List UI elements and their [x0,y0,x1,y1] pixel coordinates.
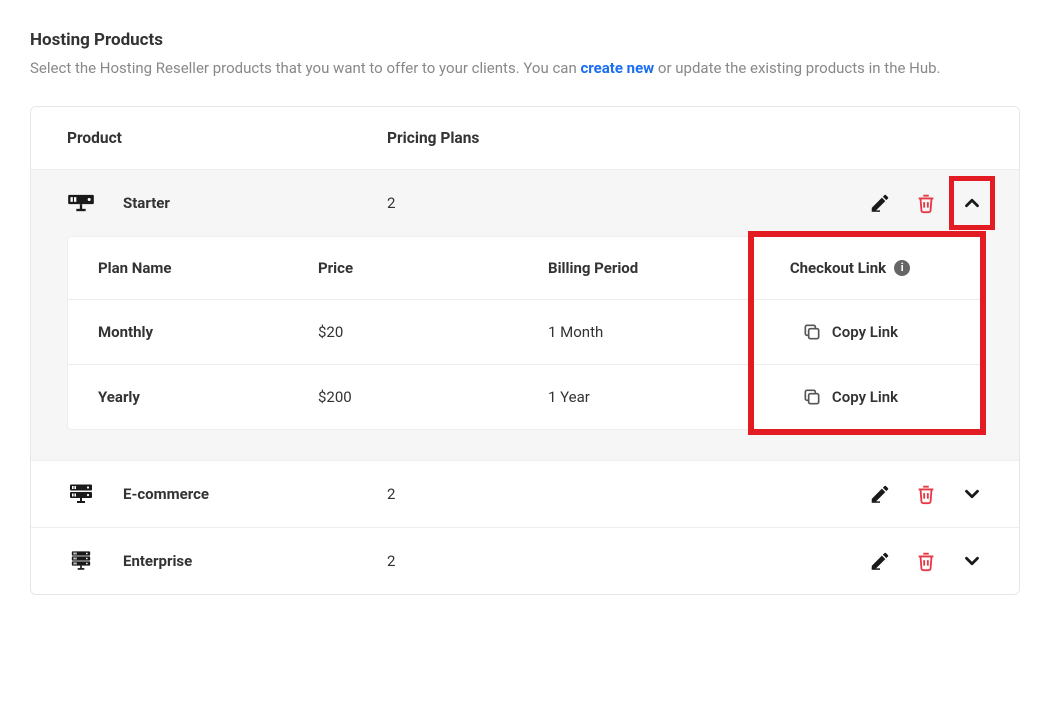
create-new-link[interactable]: create new [580,59,654,77]
collapse-button[interactable] [961,192,983,214]
plans-header-price: Price [318,259,548,277]
desc-text-pre: Select the Hosting Reseller products tha… [30,59,580,77]
expand-button[interactable] [961,550,983,572]
edit-button[interactable] [869,550,891,572]
plan-period: 1 Year [548,388,748,406]
plan-price: $200 [318,388,548,406]
plans-header-link: Checkout Link i [748,259,952,277]
plan-period: 1 Month [548,323,748,341]
expand-button[interactable] [961,483,983,505]
product-plans-count: 2 [387,194,869,212]
product-actions [869,192,983,214]
products-panel: Product Pricing Plans Starter 2 [30,106,1020,595]
plan-name: Yearly [98,388,318,406]
copy-link-button[interactable]: Copy Link [748,387,952,407]
plans-header-name: Plan Name [98,259,318,277]
chevron-down-icon [961,483,983,505]
product-actions [869,483,983,505]
info-icon[interactable]: i [894,260,910,276]
plans-header-link-label: Checkout Link [790,259,886,277]
copy-icon [802,322,822,342]
product-plans-count: 2 [387,485,869,503]
edit-button[interactable] [869,192,891,214]
edit-button[interactable] [869,483,891,505]
product-row-ecommerce[interactable]: E-commerce 2 [31,461,1019,528]
plan-price: $20 [318,323,548,341]
chevron-down-icon [961,550,983,572]
plan-name: Monthly [98,323,318,341]
plan-row: Yearly $200 1 Year Copy Link [68,365,982,429]
section-title: Hosting Products [30,30,1020,50]
plans-header-period: Billing Period [548,259,748,277]
section-description: Select the Hosting Reseller products tha… [30,56,1020,82]
desc-text-post: or update the existing products in the H… [654,59,940,77]
copy-link-label: Copy Link [832,388,898,406]
delete-button[interactable] [915,192,937,214]
plans-header-row: Plan Name Price Billing Period Checkout … [68,237,982,300]
product-name: Starter [123,194,387,212]
copy-icon [802,387,822,407]
header-product: Product [67,129,387,147]
product-row-starter[interactable]: Starter 2 [31,170,1019,236]
product-name: Enterprise [123,552,387,570]
delete-button[interactable] [915,550,937,572]
product-plans-count: 2 [387,552,869,570]
product-name: E-commerce [123,485,387,503]
chevron-up-icon [961,192,983,214]
copy-link-label: Copy Link [832,323,898,341]
product-row-enterprise[interactable]: Enterprise 2 [31,528,1019,594]
copy-link-button[interactable]: Copy Link [748,322,952,342]
product-actions [869,550,983,572]
plan-row: Monthly $20 1 Month Copy Link [68,300,982,365]
server-stack-icon [67,484,95,504]
header-pricing-plans: Pricing Plans [387,129,983,147]
server-multi-icon [67,551,95,571]
products-table-header: Product Pricing Plans [31,107,1019,170]
server-icon [67,193,95,213]
delete-button[interactable] [915,483,937,505]
plans-container: Plan Name Price Billing Period Checkout … [31,236,1019,461]
plans-card: Plan Name Price Billing Period Checkout … [67,236,983,430]
